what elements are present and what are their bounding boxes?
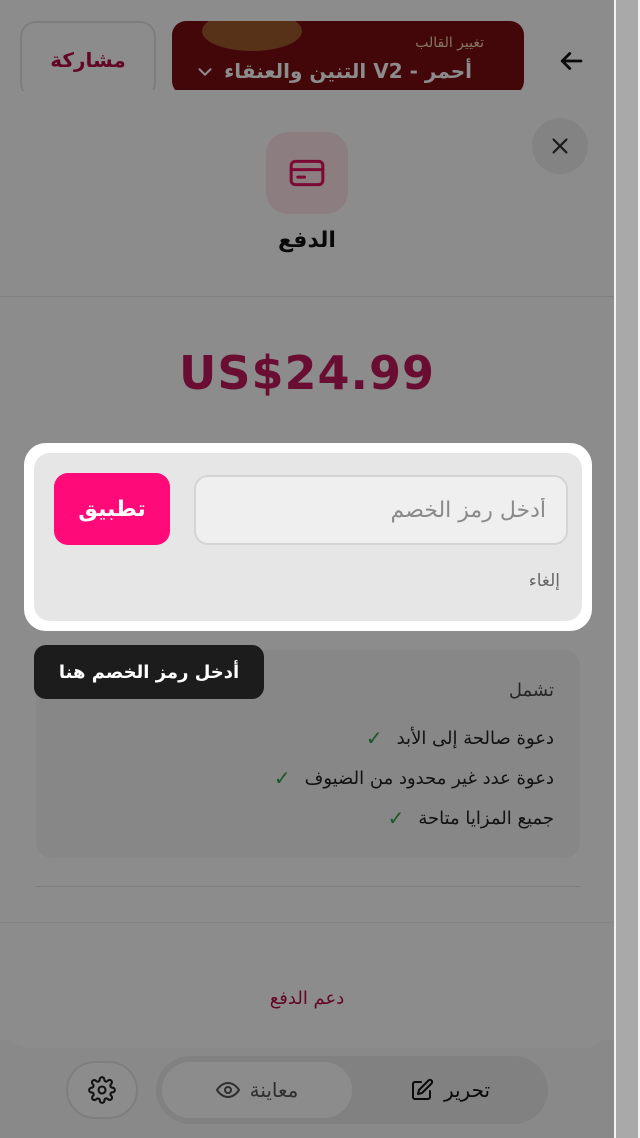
app-screen: تغيير القالب التنين والعنقاء V2 - أحمر م… — [0, 0, 614, 1138]
scrollbar-thumb[interactable] — [616, 0, 638, 1138]
scrollbar[interactable] — [614, 0, 640, 1138]
apply-coupon-button[interactable]: تطبيق — [54, 473, 170, 545]
coupon-tooltip: أدخل رمز الخصم هنا — [34, 645, 264, 699]
coupon-code-input[interactable] — [194, 475, 568, 545]
coupon-section-highlight: تطبيق إلغاء — [24, 443, 592, 631]
cancel-coupon-link[interactable]: إلغاء — [529, 571, 560, 591]
coupon-section: تطبيق إلغاء — [34, 453, 582, 621]
